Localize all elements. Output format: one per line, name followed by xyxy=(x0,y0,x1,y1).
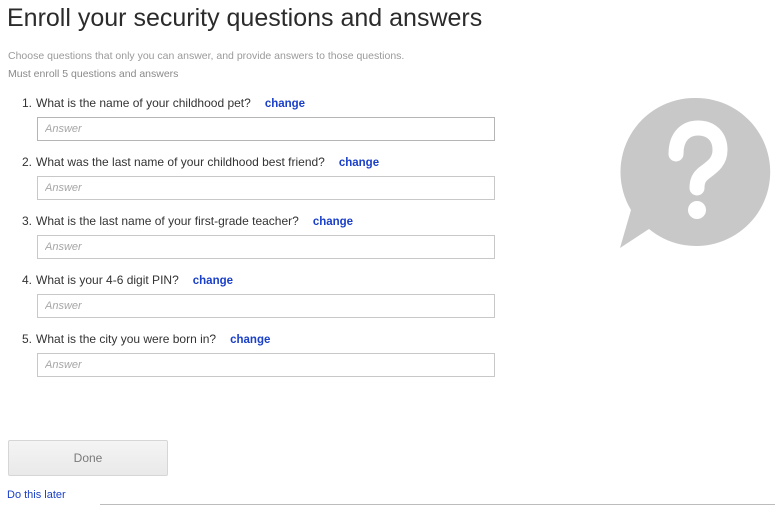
question-row: 5. What is the city you were born in? ch… xyxy=(22,332,502,350)
change-question-link[interactable]: change xyxy=(230,334,270,346)
change-question-link[interactable]: change xyxy=(265,98,305,110)
question-text: What is the city you were born in? xyxy=(36,332,217,346)
question-item: 5. What is the city you were born in? ch… xyxy=(22,332,502,391)
requirement-text: Must enroll 5 questions and answers xyxy=(8,68,179,80)
question-text: What is the last name of your first-grad… xyxy=(36,214,299,228)
page-title: Enroll your security questions and answe… xyxy=(7,4,483,32)
question-item: 2. What was the last name of your childh… xyxy=(22,155,502,214)
question-row: 1. What is the name of your childhood pe… xyxy=(22,96,502,114)
answer-input[interactable] xyxy=(37,176,495,200)
answer-input[interactable] xyxy=(37,235,495,259)
question-text: What is the name of your childhood pet? xyxy=(36,96,251,110)
question-item: 4. What is your 4-6 digit PIN? change xyxy=(22,273,502,332)
question-number: 3. xyxy=(22,214,33,228)
question-row: 4. What is your 4-6 digit PIN? change xyxy=(22,273,502,291)
divider xyxy=(100,504,775,505)
change-question-link[interactable]: change xyxy=(193,275,233,287)
change-question-link[interactable]: change xyxy=(313,216,353,228)
question-text: What was the last name of your childhood… xyxy=(36,155,325,169)
question-list: 1. What is the name of your childhood pe… xyxy=(22,96,502,391)
page-subtitle: Choose questions that only you can answe… xyxy=(8,50,405,62)
question-row: 3. What is the last name of your first-g… xyxy=(22,214,502,232)
question-speech-bubble-icon xyxy=(620,97,771,249)
question-item: 1. What is the name of your childhood pe… xyxy=(22,96,502,155)
answer-input[interactable] xyxy=(37,117,495,141)
do-this-later-link[interactable]: Do this later xyxy=(7,489,66,501)
change-question-link[interactable]: change xyxy=(339,157,379,169)
question-number: 2. xyxy=(22,155,33,169)
question-item: 3. What is the last name of your first-g… xyxy=(22,214,502,273)
answer-input[interactable] xyxy=(37,294,495,318)
question-number: 4. xyxy=(22,273,33,287)
question-row: 2. What was the last name of your childh… xyxy=(22,155,502,173)
done-button[interactable]: Done xyxy=(8,440,168,476)
question-mark-dot xyxy=(688,201,706,219)
question-text: What is your 4-6 digit PIN? xyxy=(36,273,179,287)
question-number: 5. xyxy=(22,332,33,346)
answer-input[interactable] xyxy=(37,353,495,377)
security-questions-page: Enroll your security questions and answe… xyxy=(0,0,775,508)
question-number: 1. xyxy=(22,96,33,110)
